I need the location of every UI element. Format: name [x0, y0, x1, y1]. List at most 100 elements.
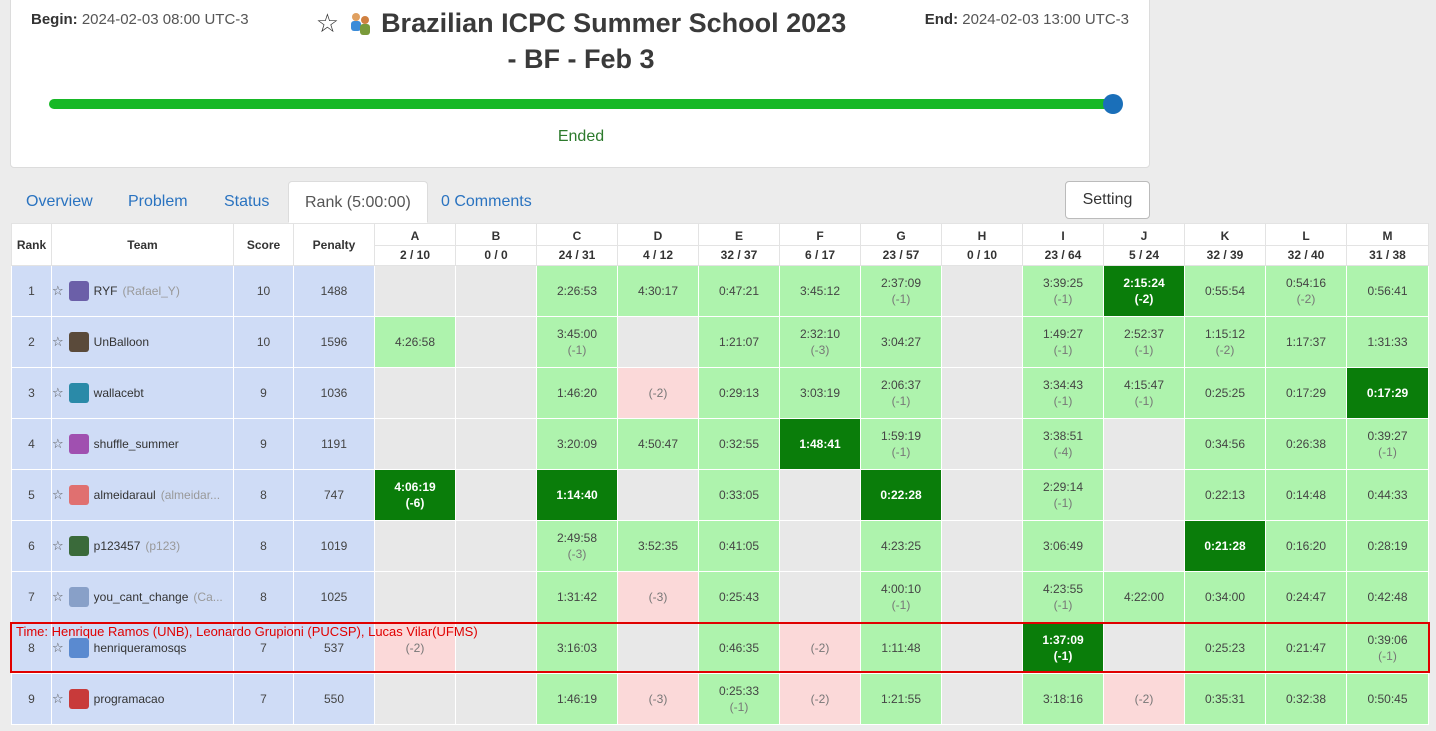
problem-cell[interactable]: 0:22:13 — [1184, 469, 1266, 521]
team-name[interactable]: UnBalloon — [94, 335, 149, 349]
problem-cell[interactable]: 4:06:19 (-6) — [374, 469, 456, 521]
header-team[interactable]: Team — [51, 223, 234, 266]
favorite-star-icon[interactable]: ☆ — [53, 589, 64, 605]
problem-cell[interactable] — [941, 367, 1023, 419]
problem-cell[interactable] — [1103, 418, 1185, 470]
problem-cell[interactable] — [455, 673, 537, 725]
problem-cell[interactable]: 2:29:14 (-1) — [1022, 469, 1104, 521]
problem-cell[interactable] — [779, 571, 861, 623]
problem-header-a[interactable]: A2 / 10 — [374, 223, 456, 266]
problem-cell[interactable]: 3:52:35 — [617, 520, 699, 572]
problem-cell[interactable]: 0:25:23 — [1184, 622, 1266, 674]
problem-cell[interactable]: 0:54:16 (-2) — [1265, 265, 1347, 317]
header-penalty[interactable]: Penalty — [293, 223, 375, 266]
problem-header-g[interactable]: G 23 / 57 — [860, 223, 942, 266]
problem-cell[interactable]: 0:16:20 — [1265, 520, 1347, 572]
problem-cell[interactable]: 0:47:21 — [698, 265, 780, 317]
problem-cell[interactable] — [455, 367, 537, 419]
favorite-star-icon[interactable]: ☆ — [53, 538, 64, 554]
problem-cell[interactable]: 0:42:48 — [1346, 571, 1429, 623]
problem-letter[interactable]: L — [1267, 225, 1346, 245]
problem-letter[interactable]: K — [1186, 225, 1265, 245]
problem-cell[interactable]: (-2) — [617, 367, 699, 419]
problem-cell[interactable]: 0:39:27 (-1) — [1346, 418, 1429, 470]
team-name[interactable]: RYF — [94, 284, 118, 298]
problem-cell[interactable]: 1:14:40 — [536, 469, 618, 521]
problem-cell[interactable]: 0:46:35 — [698, 622, 780, 674]
problem-cell[interactable]: 4:23:25 — [860, 520, 942, 572]
problem-cell[interactable] — [617, 469, 699, 521]
problem-cell[interactable]: 1:21:55 — [860, 673, 942, 725]
problem-cell[interactable] — [1103, 469, 1185, 521]
problem-cell[interactable]: 0:21:28 — [1184, 520, 1266, 572]
problem-cell[interactable]: 2:37:09 (-1) — [860, 265, 942, 317]
problem-cell[interactable]: 1:11:48 — [860, 622, 942, 674]
problem-cell[interactable]: 0:44:33 — [1346, 469, 1429, 521]
problem-cell[interactable] — [941, 673, 1023, 725]
problem-cell[interactable]: 4:15:47 (-1) — [1103, 367, 1185, 419]
problem-cell[interactable]: 0:24:47 — [1265, 571, 1347, 623]
problem-cell[interactable] — [1103, 520, 1185, 572]
problem-letter[interactable]: G — [862, 225, 941, 245]
problem-letter[interactable]: H — [943, 225, 1022, 245]
problem-cell[interactable] — [941, 520, 1023, 572]
problem-letter[interactable]: A — [376, 225, 455, 245]
problem-cell[interactable]: 3:18:16 — [1022, 673, 1104, 725]
problem-cell[interactable]: 0:34:00 — [1184, 571, 1266, 623]
problem-cell[interactable]: (-2) — [779, 673, 861, 725]
team-name[interactable]: programacao — [94, 692, 165, 706]
team-name[interactable]: wallacebt — [94, 386, 144, 400]
problem-cell[interactable]: 3:34:43 (-1) — [1022, 367, 1104, 419]
team-name[interactable]: shuffle_summer — [94, 437, 179, 451]
problem-cell[interactable]: 1:31:33 — [1346, 316, 1429, 368]
problem-cell[interactable] — [941, 418, 1023, 470]
problem-letter[interactable]: E — [700, 225, 779, 245]
problem-cell[interactable]: 3:16:03 — [536, 622, 618, 674]
problem-cell[interactable]: 3:38:51 (-4) — [1022, 418, 1104, 470]
problem-header-d[interactable]: D4 / 12 — [617, 223, 699, 266]
problem-header-m[interactable]: M 31 / 38 — [1346, 223, 1429, 266]
problem-cell[interactable]: 2:52:37 (-1) — [1103, 316, 1185, 368]
favorite-star-icon[interactable]: ☆ — [53, 436, 64, 452]
problem-cell[interactable] — [374, 367, 456, 419]
problem-letter[interactable]: D — [619, 225, 698, 245]
problem-cell[interactable]: 1:17:37 — [1265, 316, 1347, 368]
tab-status[interactable]: Status — [224, 181, 269, 223]
problem-cell[interactable]: 1:49:27 (-1) — [1022, 316, 1104, 368]
problem-cell[interactable] — [455, 418, 537, 470]
problem-letter[interactable]: M — [1348, 225, 1428, 245]
team-name[interactable]: almeidaraul — [94, 488, 156, 502]
problem-cell[interactable]: 0:21:47 — [1265, 622, 1347, 674]
problem-cell[interactable]: (-2) — [1103, 673, 1185, 725]
problem-header-j[interactable]: J5 / 24 — [1103, 223, 1185, 266]
favorite-star-icon[interactable]: ☆ — [53, 385, 64, 401]
problem-header-f[interactable]: F6 / 17 — [779, 223, 861, 266]
problem-letter[interactable]: F — [781, 225, 860, 245]
problem-cell[interactable] — [941, 265, 1023, 317]
problem-cell[interactable] — [374, 265, 456, 317]
problem-header-c[interactable]: C 24 / 31 — [536, 223, 618, 266]
setting-button[interactable]: Setting — [1065, 181, 1150, 219]
problem-cell[interactable]: 0:25:33 (-1) — [698, 673, 780, 725]
problem-cell[interactable]: 3:04:27 — [860, 316, 942, 368]
problem-cell[interactable] — [941, 316, 1023, 368]
problem-cell[interactable]: 0:32:38 — [1265, 673, 1347, 725]
problem-cell[interactable]: 4:22:00 — [1103, 571, 1185, 623]
problem-cell[interactable]: 0:17:29 — [1346, 367, 1429, 419]
favorite-star-icon[interactable]: ☆ — [53, 691, 64, 707]
problem-cell[interactable]: 1:31:42 — [536, 571, 618, 623]
problem-cell[interactable] — [374, 571, 456, 623]
team-name[interactable]: henriqueramosqs — [94, 641, 187, 655]
problem-letter[interactable]: B — [457, 225, 536, 245]
favorite-star-icon[interactable]: ☆ — [316, 5, 339, 41]
problem-cell[interactable]: 0:25:25 — [1184, 367, 1266, 419]
problem-cell[interactable]: 0:39:06 (-1) — [1346, 622, 1429, 674]
problem-header-i[interactable]: I 23 / 64 — [1022, 223, 1104, 266]
problem-letter[interactable]: J — [1105, 225, 1184, 245]
problem-cell[interactable]: 0:33:05 — [698, 469, 780, 521]
problem-cell[interactable]: 2:15:24 (-2) — [1103, 265, 1185, 317]
problem-cell[interactable]: 1:59:19 (-1) — [860, 418, 942, 470]
problem-cell[interactable]: 4:50:47 — [617, 418, 699, 470]
problem-letter[interactable]: C — [538, 225, 617, 245]
problem-cell[interactable]: 0:41:05 — [698, 520, 780, 572]
